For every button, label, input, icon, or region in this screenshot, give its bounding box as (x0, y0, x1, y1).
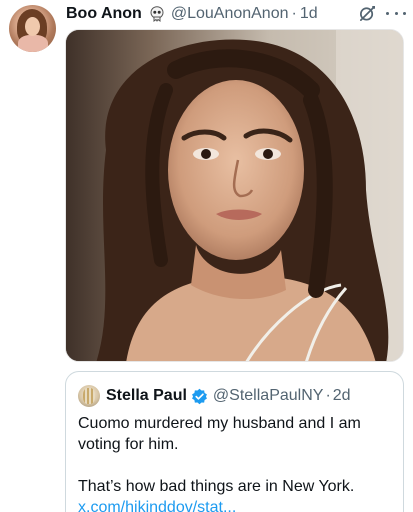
quoted-tweet-card[interactable]: Stella Paul @StellaPaulNY · 2d Cuomo mur… (65, 371, 404, 512)
author-handle[interactable]: @LouAnonAnon (171, 5, 289, 23)
more-dot (394, 11, 398, 15)
author-avatar[interactable] (9, 5, 56, 52)
avatar-body (18, 35, 48, 52)
quoted-text-line: That’s how bad things are in New York. (78, 478, 355, 495)
quoted-tweet-text: Cuomo murdered my husband and I am votin… (78, 413, 398, 512)
quoted-author-handle[interactable]: @StellaPaulNY (213, 387, 324, 405)
separator-dot: · (291, 5, 297, 22)
quoted-text-line: voting for him. (78, 436, 179, 453)
quoted-author-avatar[interactable] (78, 385, 100, 407)
more-dot (403, 11, 406, 15)
tweet-header: Boo Anon @LouAnonAnon · 1d (66, 4, 318, 24)
quoted-tweet-header: Stella Paul @StellaPaulNY · 2d (78, 385, 351, 407)
skull-ghost-icon (150, 6, 164, 22)
separator-dot: · (325, 387, 331, 404)
grok-icon[interactable] (358, 4, 377, 23)
author-display-name[interactable]: Boo Anon (66, 5, 142, 23)
tweet-timestamp[interactable]: 1d (300, 5, 318, 23)
quoted-text-line: Cuomo murdered my husband and I am (78, 415, 361, 432)
more-dot (386, 11, 389, 15)
verified-badge-icon (192, 388, 207, 404)
avatar-face (25, 17, 40, 36)
tweet-media-photo[interactable] (65, 29, 404, 362)
quoted-author-display-name[interactable]: Stella Paul (106, 387, 187, 405)
quoted-tweet-link[interactable]: x.com/hikinddov/stat... (78, 497, 398, 512)
photo-woman-grimace (66, 30, 403, 361)
quoted-tweet-timestamp[interactable]: 2d (333, 387, 351, 405)
more-icon[interactable] (386, 5, 406, 21)
